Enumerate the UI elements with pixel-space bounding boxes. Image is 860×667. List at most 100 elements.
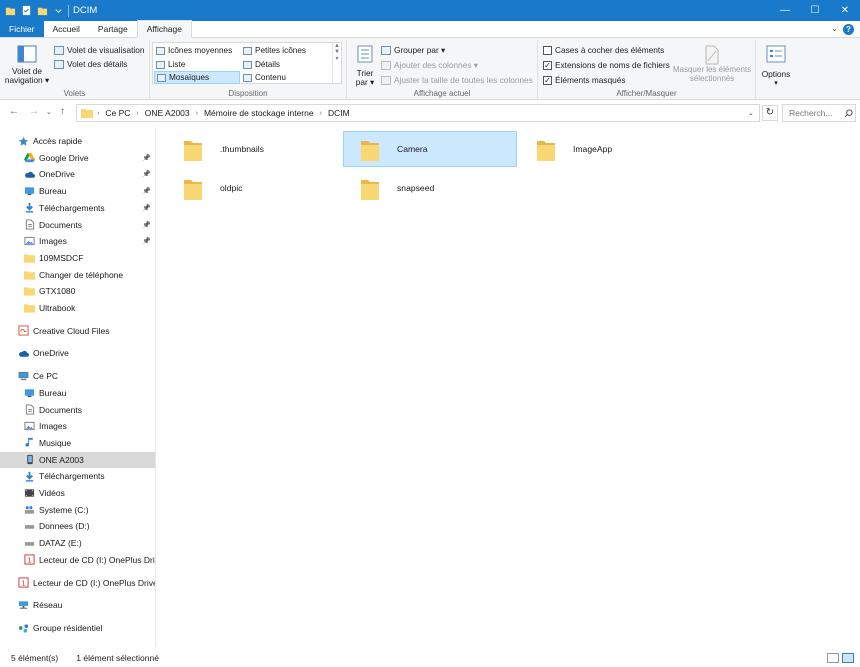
minimize-button[interactable]: —	[770, 0, 800, 21]
nav-item-groupe-r-sidentiel[interactable]: Groupe résidentiel	[0, 620, 155, 636]
file-list: .thumbnails Camera ImageApp oldpic snapseed	[157, 127, 860, 649]
folder-item-snapseed[interactable]: snapseed	[343, 170, 517, 206]
nav-item-label: Téléchargements	[39, 202, 105, 213]
layout-medium-icons-label: Icônes moyennes	[168, 46, 233, 55]
breadcrumb-internal-storage[interactable]: Mémoire de stockage interne	[204, 108, 314, 118]
nav-item-ce-pc[interactable]: Ce PC	[0, 368, 155, 384]
google-drive-icon	[24, 152, 35, 163]
tab-fichier[interactable]: Fichier	[0, 20, 44, 37]
large-icons-view-button[interactable]	[842, 653, 854, 663]
layout-content[interactable]: Contenu	[241, 71, 331, 84]
nav-item-lecteur-de-cd-i-oneplus-drivers[interactable]: 1 Lecteur de CD (I:) OnePlus Drivers	[0, 575, 155, 591]
nav-item-documents[interactable]: Documents	[0, 402, 155, 418]
layout-gallery-scroll[interactable]: ▲ ▼ ▾	[332, 43, 341, 83]
maximize-button[interactable]: ☐	[800, 0, 830, 21]
options-button[interactable]: Options ▾	[758, 43, 794, 87]
help-icon[interactable]: ?	[843, 24, 854, 35]
nav-item-acc-s-rapide[interactable]: Accès rapide	[0, 133, 155, 149]
nav-item-r-seau[interactable]: Réseau	[0, 597, 155, 613]
new-folder-icon[interactable]	[37, 5, 48, 16]
nav-item-gtx1080[interactable]: GTX1080	[0, 283, 155, 299]
recent-locations-icon[interactable]: ⌄	[46, 108, 52, 116]
address-bar[interactable]: › Ce PC › ONE A2003 › Mémoire de stockag…	[76, 104, 760, 122]
pin-icon: 📌	[142, 221, 151, 229]
chevron-down-icon[interactable]	[53, 5, 64, 16]
layout-details[interactable]: Détails	[241, 58, 331, 71]
item-checkboxes-toggle[interactable]: Cases à cocher des éléments	[543, 45, 664, 55]
folder-item-oldpic[interactable]: oldpic	[166, 170, 340, 206]
file-extensions-toggle[interactable]: ✓ Extensions de noms de fichiers	[543, 60, 670, 70]
close-button[interactable]: ✕	[830, 0, 860, 21]
navigation-pane-icon	[17, 45, 37, 63]
layout-medium-icons[interactable]: Icônes moyennes	[154, 44, 240, 57]
nav-item-vid-os[interactable]: Vidéos	[0, 485, 155, 501]
layout-list[interactable]: Liste	[154, 58, 240, 71]
nav-item-onedrive[interactable]: OneDrive 📌	[0, 166, 155, 182]
nav-item-google-drive[interactable]: Google Drive 📌	[0, 150, 155, 166]
tab-accueil[interactable]: Accueil	[44, 20, 89, 37]
item-checkboxes-checkbox[interactable]	[543, 45, 552, 55]
layout-tiles[interactable]: Mosaïques	[154, 71, 240, 84]
sort-by-button[interactable]: Trier par ▾	[353, 43, 377, 87]
breadcrumb-separator[interactable]: ›	[320, 110, 322, 117]
nav-item-images[interactable]: Images 📌	[0, 233, 155, 249]
options-label: Options	[761, 69, 791, 79]
nav-item-t-l-chargements[interactable]: Téléchargements 📌	[0, 200, 155, 216]
folder-item-camera[interactable]: Camera	[343, 131, 517, 167]
back-icon[interactable]: ←	[9, 106, 19, 117]
file-extensions-checkbox[interactable]: ✓	[543, 60, 552, 70]
nav-item-donnees-d[interactable]: Donnees (D:)	[0, 518, 155, 534]
folder-item-imageapp[interactable]: ImageApp	[519, 131, 693, 167]
nav-item-musique[interactable]: Musique	[0, 435, 155, 451]
preview-pane-button[interactable]: Volet de visualisation	[54, 45, 145, 55]
sort-icon	[357, 45, 373, 63]
status-item-count: 5 élément(s)	[11, 653, 59, 663]
hidden-items-toggle[interactable]: ✓ Éléments masqués	[543, 75, 626, 85]
nav-item-one-a2003[interactable]: ONE A2003	[0, 451, 155, 468]
refresh-button[interactable]: ↻	[762, 105, 778, 121]
search-input[interactable]: Recherch...	[782, 104, 856, 122]
nav-item-documents[interactable]: Documents 📌	[0, 217, 155, 233]
group-by-button[interactable]: Grouper par ▾	[381, 45, 445, 55]
nav-item-ultrabook[interactable]: Ultrabook	[0, 300, 155, 316]
nav-item-onedrive[interactable]: OneDrive	[0, 345, 155, 361]
hide-selected-icon	[705, 45, 719, 65]
breadcrumb-ce-pc[interactable]: Ce PC	[105, 108, 130, 118]
layout-small-icons[interactable]: Petites icônes	[241, 44, 331, 57]
nav-item-lecteur-de-cd-i-oneplus-drive[interactable]: 1 Lecteur de CD (I:) OnePlus Drive	[0, 552, 155, 568]
cd-drive-icon: 1	[18, 577, 29, 588]
details-pane-button[interactable]: Volet des détails	[54, 59, 127, 69]
nav-item-images[interactable]: Images	[0, 418, 155, 434]
nav-item-bureau[interactable]: Bureau	[0, 385, 155, 401]
nav-item-changer-de-t-l-phone[interactable]: Changer de téléphone	[0, 267, 155, 283]
folder-item-thumbnails[interactable]: .thumbnails	[166, 131, 340, 167]
tab-partage[interactable]: Partage	[89, 20, 137, 37]
nav-item-t-l-chargements[interactable]: Téléchargements	[0, 468, 155, 484]
breadcrumb-separator[interactable]: ›	[136, 110, 138, 117]
file-extensions-label: Extensions de noms de fichiers	[555, 60, 670, 70]
forward-icon[interactable]: →	[29, 106, 39, 117]
nav-item-109msdcf[interactable]: 109MSDCF	[0, 250, 155, 266]
properties-icon[interactable]	[21, 5, 32, 16]
details-view-button[interactable]	[827, 653, 839, 663]
drive-icon	[24, 538, 35, 549]
breadcrumb-one-a2003[interactable]: ONE A2003	[145, 108, 190, 118]
address-dropdown-icon[interactable]: ⌄	[748, 109, 754, 117]
navigation-pane-button[interactable]: Volet de navigation ▾	[4, 43, 50, 85]
nav-item-creative-cloud-files[interactable]: Creative Cloud Files	[0, 323, 155, 339]
nav-item-label: Lecteur de CD (I:) OnePlus Drive	[39, 554, 155, 565]
hidden-items-checkbox[interactable]: ✓	[543, 75, 552, 85]
breadcrumb-separator[interactable]: ›	[196, 110, 198, 117]
tab-affichage[interactable]: Affichage	[136, 20, 192, 38]
nav-item-systeme-c[interactable]: Systeme (C:)	[0, 502, 155, 518]
breadcrumb-dcim[interactable]: DCIM	[328, 108, 350, 118]
navigation-pane-scrollbar[interactable]	[155, 127, 156, 647]
breadcrumb-separator[interactable]: ›	[97, 110, 99, 117]
layout-list-label: Liste	[168, 60, 186, 69]
nav-item-bureau[interactable]: Bureau 📌	[0, 183, 155, 199]
image-icon	[24, 236, 35, 247]
svg-text:1: 1	[21, 578, 25, 587]
collapse-ribbon-icon[interactable]: ⌄	[831, 24, 838, 33]
up-icon[interactable]: ↑	[60, 106, 65, 117]
nav-item-dataz-e[interactable]: DATAZ (E:)	[0, 535, 155, 551]
